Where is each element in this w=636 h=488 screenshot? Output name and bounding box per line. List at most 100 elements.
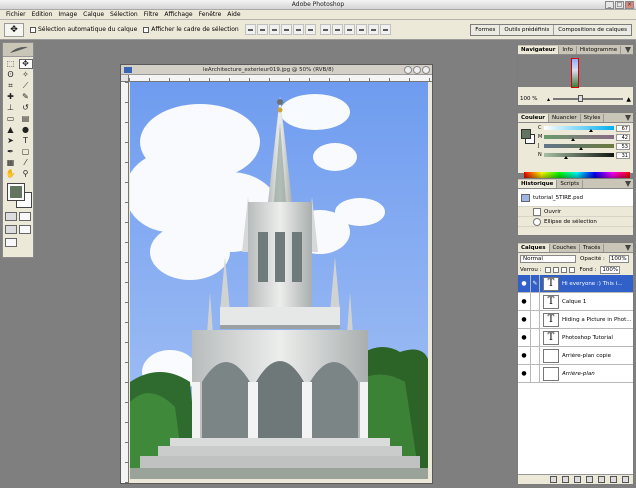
panel-menu-icon[interactable] bbox=[625, 245, 631, 251]
zoom-field[interactable]: 100 % bbox=[520, 96, 544, 102]
zoom-slider[interactable] bbox=[553, 95, 624, 102]
ruler-corner[interactable] bbox=[121, 75, 129, 82]
distribute-top-icon[interactable] bbox=[319, 24, 331, 35]
magenta-slider-knob[interactable] bbox=[571, 138, 576, 141]
horizontal-ruler[interactable] bbox=[129, 75, 432, 82]
well-tab-layer-comps[interactable]: Compositions de calques bbox=[554, 25, 631, 35]
trash-icon[interactable] bbox=[622, 476, 629, 483]
tab-color[interactable]: Couleur bbox=[518, 114, 549, 122]
well-tab-shapes[interactable]: Formes bbox=[471, 25, 501, 35]
link-cell[interactable] bbox=[531, 346, 540, 365]
menu-view[interactable]: Affichage bbox=[161, 11, 195, 18]
marquee-tool-icon[interactable]: ⬚ bbox=[4, 59, 18, 69]
history-step-open[interactable]: Ouvrir bbox=[518, 207, 633, 217]
zoom-slider-knob[interactable] bbox=[577, 95, 583, 102]
dodge-tool-icon[interactable]: ● bbox=[19, 125, 33, 135]
new-group-icon[interactable] bbox=[586, 476, 593, 483]
align-bottom-icon[interactable] bbox=[268, 24, 280, 35]
panel-menu-icon[interactable] bbox=[625, 115, 631, 121]
lasso-tool-icon[interactable]: ʘ bbox=[4, 70, 18, 80]
link-layers-icon[interactable] bbox=[550, 476, 557, 483]
adjustment-layer-icon[interactable] bbox=[598, 476, 605, 483]
document-title[interactable]: leArchitecture_exterieur019.jpg @ 50% (R… bbox=[121, 65, 432, 75]
layer-style-icon[interactable] bbox=[562, 476, 569, 483]
monument-photo[interactable] bbox=[130, 82, 428, 479]
zoom-in-icon[interactable]: ▲ bbox=[626, 96, 631, 103]
zoom-tool-icon[interactable]: ⚲ bbox=[19, 169, 33, 179]
tab-styles[interactable]: Styles bbox=[580, 114, 605, 122]
history-step-ellipse[interactable]: Ellipse de sélection bbox=[518, 217, 633, 227]
black-slider[interactable] bbox=[544, 153, 614, 159]
close-button[interactable]: × bbox=[625, 1, 634, 9]
vertical-ruler[interactable] bbox=[121, 82, 129, 483]
lock-position-icon[interactable] bbox=[561, 266, 568, 273]
magic-wand-tool-icon[interactable]: ✧ bbox=[19, 70, 33, 80]
brush-link-icon[interactable]: ✎ bbox=[531, 274, 540, 293]
visibility-eye-icon[interactable]: ● bbox=[518, 310, 531, 329]
show-bounds-box[interactable] bbox=[143, 26, 150, 33]
align-vcenter-icon[interactable] bbox=[256, 24, 268, 35]
path-selection-tool-icon[interactable]: ➤ bbox=[4, 136, 18, 146]
tab-info[interactable]: Info bbox=[559, 46, 577, 54]
notes-tool-icon[interactable]: ▦ bbox=[4, 158, 18, 168]
link-cell[interactable] bbox=[531, 364, 540, 383]
magenta-value[interactable]: 42 bbox=[616, 133, 630, 141]
opacity-field[interactable]: 100% bbox=[608, 254, 629, 263]
menu-image[interactable]: Image bbox=[55, 11, 80, 18]
tab-layers[interactable]: Calques bbox=[518, 244, 550, 252]
menu-help[interactable]: Aide bbox=[224, 11, 243, 18]
black-slider-knob[interactable] bbox=[563, 156, 568, 159]
tab-paths[interactable]: Tracés bbox=[579, 244, 605, 252]
healing-brush-tool-icon[interactable]: ✚ bbox=[4, 92, 18, 102]
align-left-icon[interactable] bbox=[280, 24, 292, 35]
link-cell[interactable] bbox=[531, 292, 540, 311]
full-screen-button[interactable] bbox=[19, 225, 31, 234]
doc-minimize-button[interactable] bbox=[404, 66, 412, 74]
distribute-right-icon[interactable] bbox=[379, 24, 391, 35]
tab-channels[interactable]: Couches bbox=[549, 244, 580, 252]
navigator-preview[interactable] bbox=[518, 55, 633, 88]
layer-row[interactable]: ● Arrière-plan copie bbox=[518, 346, 633, 365]
panel-menu-icon[interactable] bbox=[625, 47, 631, 53]
align-right-icon[interactable] bbox=[304, 24, 316, 35]
eraser-tool-icon[interactable]: ▭ bbox=[4, 114, 18, 124]
cyan-value[interactable]: 67 bbox=[616, 124, 630, 132]
layer-row[interactable]: ● ✎ T Hi everyone :) This i... bbox=[518, 274, 633, 293]
distribute-hcenter-icon[interactable] bbox=[367, 24, 379, 35]
eyedropper-tool-icon[interactable]: ⁄ bbox=[19, 158, 33, 168]
jump-to-imageready-button[interactable] bbox=[5, 238, 17, 247]
blur-tool-icon[interactable]: ▲ bbox=[4, 125, 18, 135]
magenta-slider[interactable] bbox=[544, 135, 614, 141]
move-tool-preset-icon[interactable]: ✥ bbox=[4, 22, 24, 37]
menu-filter[interactable]: Filtre bbox=[141, 11, 162, 18]
standard-screen-button[interactable] bbox=[5, 225, 17, 234]
menu-select[interactable]: Sélection bbox=[107, 11, 141, 18]
toolbox-header[interactable] bbox=[3, 43, 33, 57]
slice-tool-icon[interactable]: ⟋ bbox=[19, 81, 33, 91]
tab-history[interactable]: Historique bbox=[518, 180, 558, 188]
blend-mode-select[interactable]: Normal bbox=[520, 254, 576, 263]
fill-field[interactable]: 100% bbox=[600, 265, 621, 274]
cyan-slider[interactable] bbox=[544, 126, 614, 132]
yellow-slider[interactable] bbox=[544, 144, 614, 150]
distribute-left-icon[interactable] bbox=[355, 24, 367, 35]
visibility-eye-icon[interactable]: ● bbox=[518, 274, 531, 293]
navigator-thumbnail[interactable] bbox=[571, 58, 579, 88]
lock-all-icon[interactable] bbox=[569, 266, 576, 273]
menu-window[interactable]: Fenêtre bbox=[196, 11, 225, 18]
doc-maximize-button[interactable] bbox=[413, 66, 421, 74]
menu-file[interactable]: Fichier bbox=[3, 11, 29, 18]
image-canvas[interactable] bbox=[130, 82, 428, 479]
brush-tool-icon[interactable]: ✎ bbox=[19, 92, 33, 102]
layer-row[interactable]: ● T Hiding a Picture in Phot... bbox=[518, 310, 633, 329]
lock-pixels-icon[interactable] bbox=[553, 266, 560, 273]
auto-select-box[interactable] bbox=[30, 26, 36, 33]
cyan-slider-knob[interactable] bbox=[588, 129, 593, 132]
hand-tool-icon[interactable]: ✋ bbox=[4, 169, 18, 179]
standard-mode-button[interactable] bbox=[5, 212, 17, 221]
zoom-out-icon[interactable]: ▴ bbox=[547, 96, 550, 103]
menu-layer[interactable]: Calque bbox=[80, 11, 107, 18]
distribute-vcenter-icon[interactable] bbox=[331, 24, 343, 35]
yellow-slider-knob[interactable] bbox=[579, 147, 584, 150]
link-cell[interactable] bbox=[531, 328, 540, 347]
